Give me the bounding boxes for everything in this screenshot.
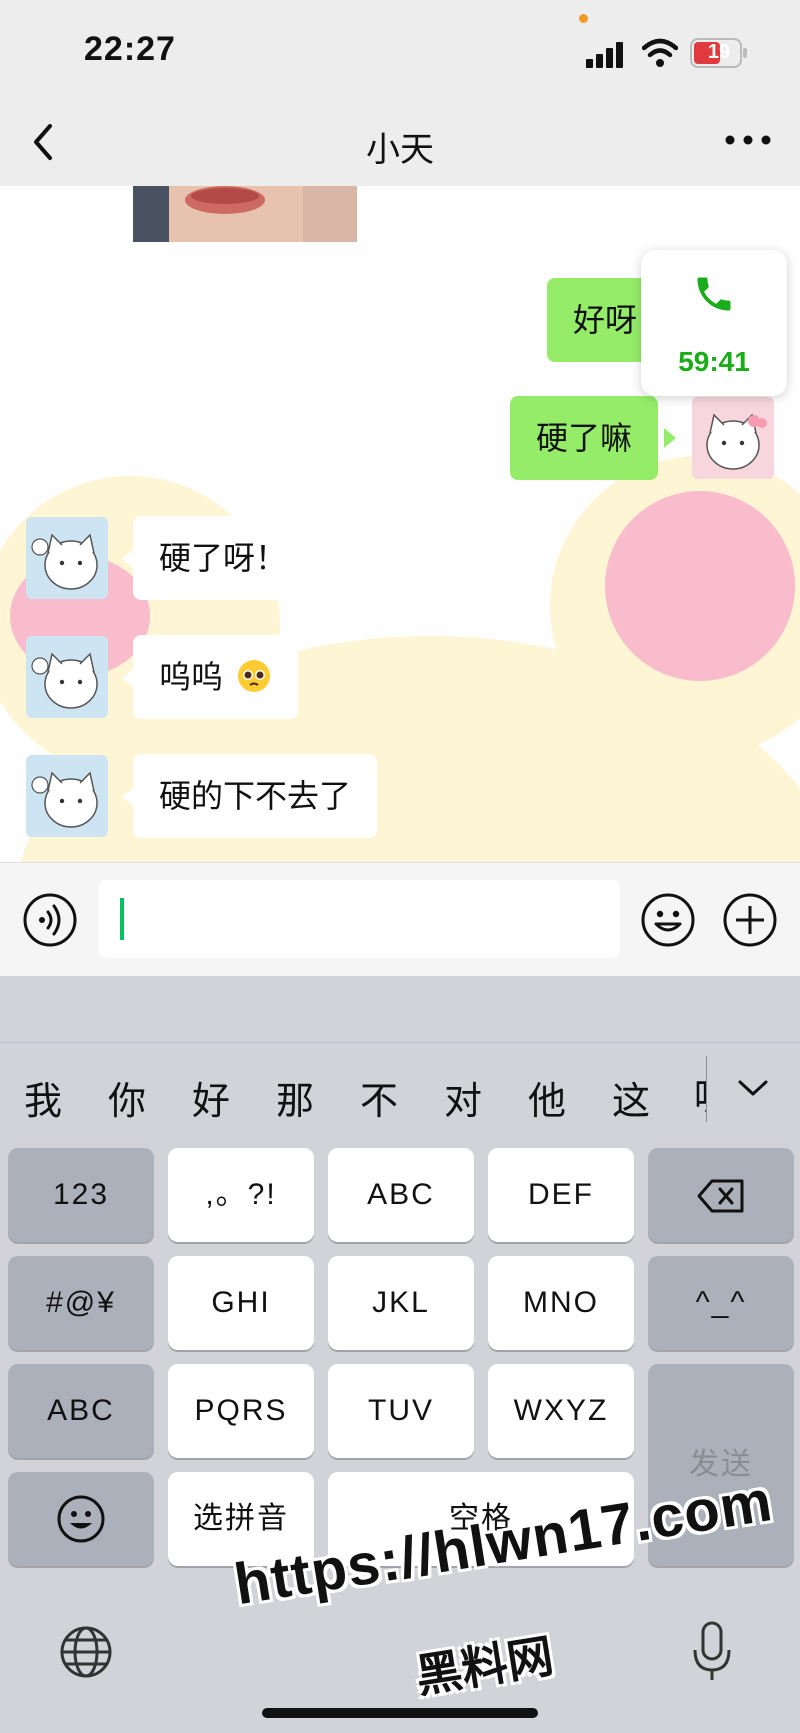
emoji-icon[interactable] [640,892,696,948]
message-input[interactable] [98,880,620,958]
my-avatar[interactable] [692,397,774,479]
key-pqrs[interactable]: PQRS [168,1364,314,1458]
key-delete[interactable] [648,1148,794,1242]
message-text: 好呀 [573,302,638,338]
candidate-word[interactable]: 那 [276,1070,314,1125]
candidate-word[interactable]: 好 [192,1070,230,1125]
back-arrow-icon[interactable] [28,120,58,164]
key-123[interactable]: 123 [8,1148,154,1242]
key-ghi[interactable]: GHI [168,1256,314,1350]
home-indicator [262,1708,538,1718]
contact-avatar[interactable] [26,517,108,599]
chat-title: 小天 [366,131,434,169]
shared-photo[interactable] [133,186,357,242]
message-bubble-received[interactable]: 硬的下不去了 [133,754,378,838]
call-timer: 59:41 [678,346,750,377]
candidate-word-text: 呢 [694,1077,706,1114]
candidate-word[interactable]: 不 [360,1070,398,1125]
candidate-divider [0,1042,800,1043]
key-def[interactable]: DEF [488,1148,634,1242]
status-time: 22:27 [84,30,176,68]
phone-icon [697,277,731,311]
more-options-icon[interactable] [720,130,776,150]
key-tuv[interactable]: TUV [328,1364,474,1458]
text-cursor [120,898,124,940]
privacy-indicator-dot [579,14,588,23]
contact-avatar[interactable] [26,636,108,718]
candidate-word[interactable]: 他 [528,1070,566,1125]
message-bubble-sent[interactable]: 硬了嘛 [510,396,659,480]
battery-level: 19 [707,41,731,63]
signal-icon [586,42,623,68]
candidate-word[interactable]: 这 [612,1070,650,1125]
key-kaomoji[interactable]: ^_^ [648,1256,794,1350]
key-symbols[interactable]: #@¥ [8,1256,154,1350]
key-wxyz[interactable]: WXYZ [488,1364,634,1458]
bubble-tail [664,428,676,448]
chevron-down-icon[interactable] [736,1076,770,1100]
message-text: 硬了呀！ [159,540,288,576]
message-text: 硬了嘛 [536,420,633,456]
candidate-separator [706,1056,707,1122]
contact-avatar[interactable] [26,755,108,837]
add-more-icon[interactable] [722,892,778,948]
microphone-icon[interactable] [690,1620,734,1684]
message-bubble-received[interactable]: 硬了呀！ [133,516,314,600]
candidate-word[interactable]: 我 [24,1070,62,1125]
key-abc-switch[interactable]: ABC [8,1364,154,1458]
wifi-icon [642,38,678,67]
key-jkl[interactable]: JKL [328,1256,474,1350]
key-punctuation[interactable]: ,。?! [168,1148,314,1242]
message-text: 硬的下不去了 [159,778,352,814]
candidate-word-clipped[interactable]: 呢 [694,1066,706,1114]
key-emoji[interactable] [8,1472,154,1566]
globe-icon[interactable] [58,1624,114,1680]
backspace-icon [697,1179,744,1213]
message-text: 呜呜 [159,659,224,695]
candidate-word[interactable]: 你 [108,1070,146,1125]
message-bubble-received[interactable]: 呜呜 [133,635,298,719]
voice-input-icon[interactable] [22,892,78,948]
emoji-icon [57,1495,105,1543]
pleading-face-icon [237,660,270,692]
key-mno[interactable]: MNO [488,1256,634,1350]
key-abc[interactable]: ABC [328,1148,474,1242]
candidate-word[interactable]: 对 [444,1070,482,1125]
